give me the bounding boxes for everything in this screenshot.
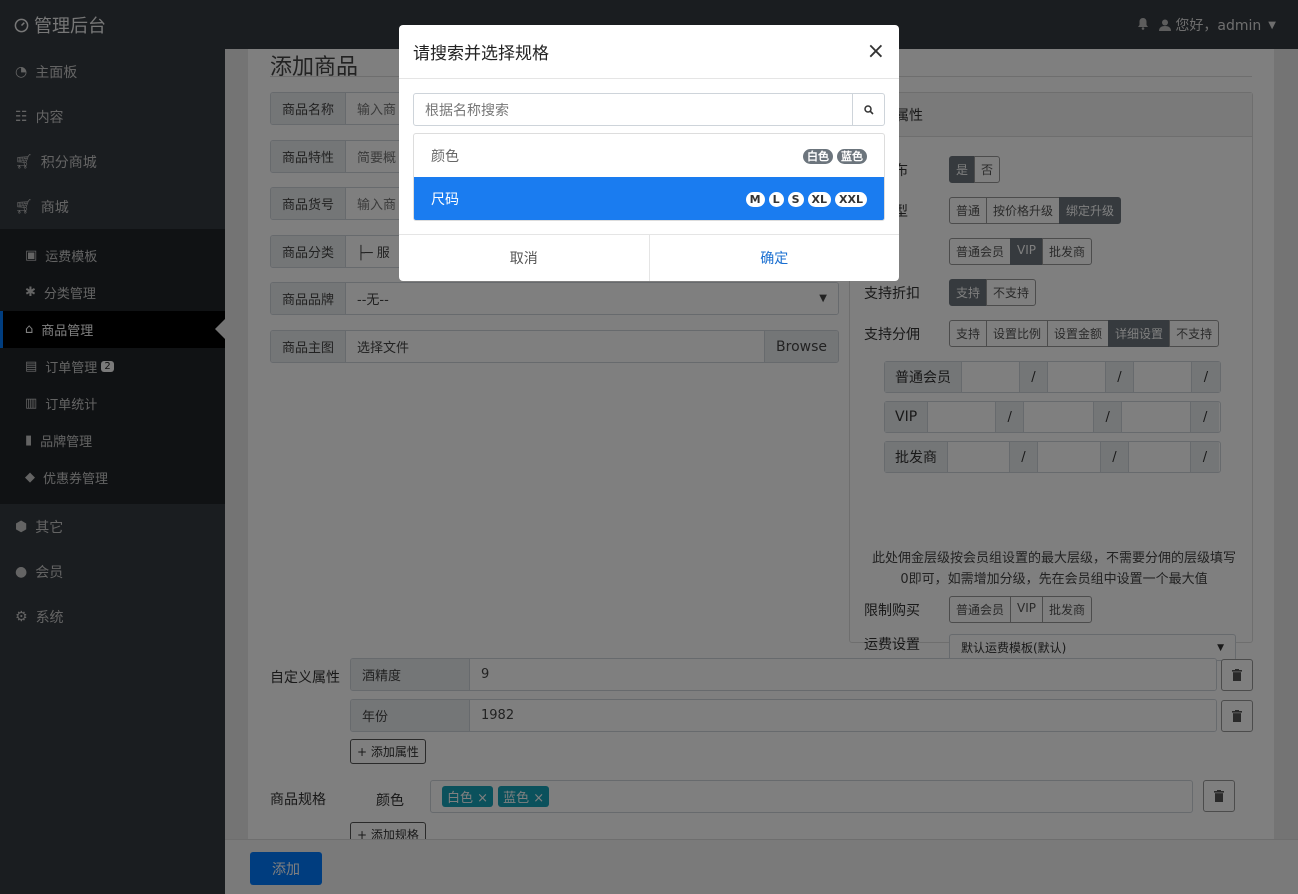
spec-option-name: 尺码 (431, 191, 459, 208)
spec-list: 颜色 白色 蓝色 尺码 M L S XL XXL (413, 133, 885, 221)
spec-option-size[interactable]: 尺码 M L S XL XXL (414, 177, 884, 220)
spec-value-pill: 蓝色 (837, 148, 867, 164)
spec-value-pill: S (787, 191, 804, 207)
spec-search: 根据名称搜索 (413, 93, 885, 126)
spec-value-pill: XXL (835, 191, 867, 207)
spec-value-pill: 白色 (803, 148, 833, 164)
confirm-button[interactable]: 确定 (650, 235, 900, 281)
search-icon (863, 104, 874, 115)
spec-value-pill: XL (807, 191, 832, 207)
search-button[interactable] (852, 94, 884, 125)
cancel-button[interactable]: 取消 (399, 235, 650, 281)
spec-search-input[interactable]: 根据名称搜索 (414, 94, 852, 125)
spec-option-color[interactable]: 颜色 白色 蓝色 (414, 134, 884, 177)
modal-title: 请搜索并选择规格 (413, 44, 549, 64)
close-icon[interactable]: × (867, 39, 885, 64)
spec-option-name: 颜色 (431, 148, 459, 165)
spec-value-pill: L (768, 191, 784, 207)
spec-value-pill: M (745, 191, 765, 207)
spec-select-modal: 请搜索并选择规格 × 根据名称搜索 颜色 白色 蓝色 尺码 M L S XL XXL 取消… (399, 25, 899, 281)
